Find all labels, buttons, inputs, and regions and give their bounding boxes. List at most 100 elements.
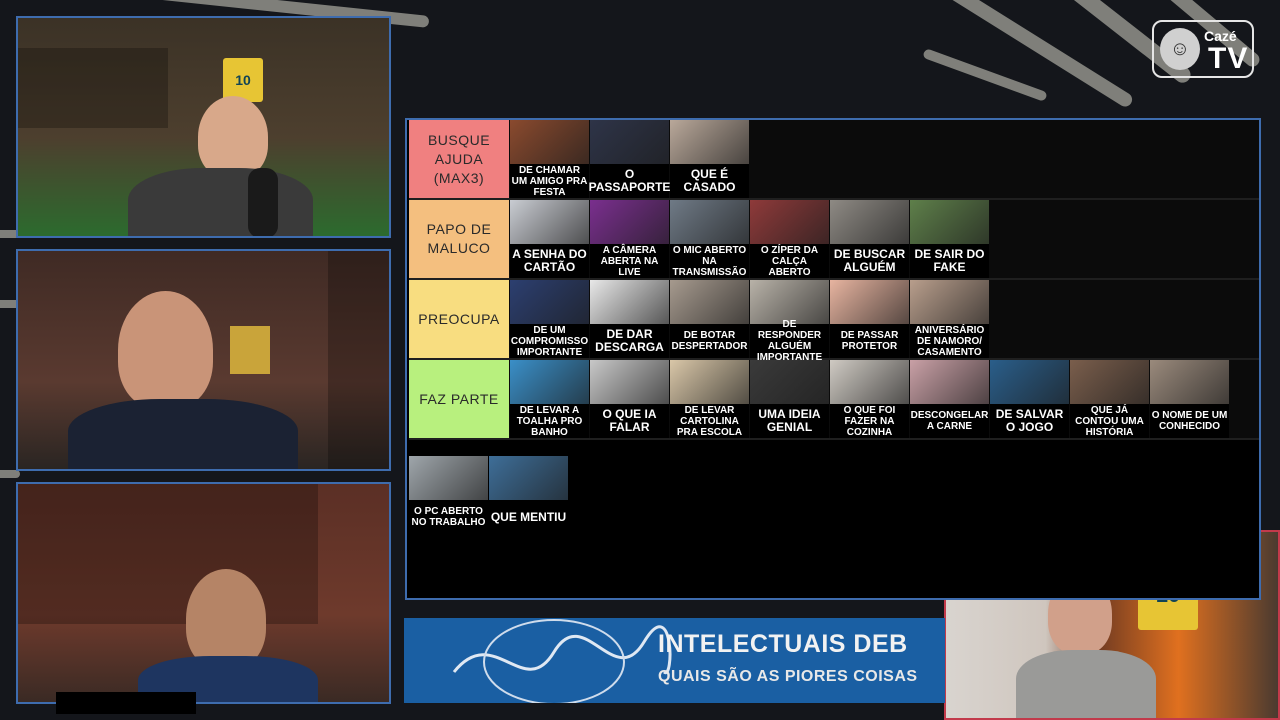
tier-item-image	[830, 360, 909, 404]
streamer-head	[198, 96, 268, 178]
tier-item-image	[750, 280, 829, 324]
tier-item-caption: DE CHAMAR UM AMIGO PRA FESTA	[511, 164, 588, 198]
webcam-feed-top-left: 10	[16, 16, 391, 238]
tier-label[interactable]: PREOCUPA	[409, 280, 509, 358]
tier-item-image	[670, 120, 749, 164]
webcam-feed-middle-left	[16, 249, 391, 471]
tier-item-image	[1150, 360, 1229, 404]
tier-item-image	[590, 360, 669, 404]
tier-item-image	[910, 200, 989, 244]
streamer-shirt	[1016, 650, 1156, 718]
tier-item-card[interactable]: ANIVERSÁRIO DE NAMORO/ CASAMENTO	[910, 280, 989, 358]
cartoon-face-icon: ☺	[1160, 28, 1200, 70]
tier-item-card[interactable]: DE UM COMPROMISSO IMPORTANTE	[510, 280, 589, 358]
tier-item-card[interactable]: DE SAIR DO FAKE	[910, 200, 989, 278]
tier-item-caption: A CÂMERA ABERTA NA LIVE	[600, 244, 659, 278]
lower-third-banner: INTELECTUAIS DEB QUAIS SÃO AS PIORES COI…	[404, 618, 945, 703]
tier-item-card[interactable]: DE RESPONDER ALGUÉM IMPORTANTE	[750, 280, 829, 363]
tier-item-image	[510, 360, 589, 404]
tier-item-image	[1070, 360, 1149, 404]
tier-item-caption: O PC ABERTO NO TRABALHO	[411, 506, 486, 528]
tier-items: DE LEVAR A TOALHA PRO BANHO O QUE IA FALA…	[510, 360, 1229, 438]
tier-item-card[interactable]: DE PASSAR PROTETOR	[830, 280, 909, 358]
tier-item-image	[409, 456, 488, 500]
tier-item-card[interactable]: DE LEVAR A TOALHA PRO BANHO	[510, 360, 589, 438]
tier-item-caption: O QUE IA FALAR	[602, 407, 657, 434]
tier-item-image	[830, 280, 909, 324]
tier-item-caption: QUE JÁ CONTOU UMA HISTÓRIA	[1075, 404, 1144, 438]
tier-item-caption: QUE É CASADO	[683, 167, 736, 194]
tier-item-card[interactable]: DE BOTAR DESPERTADOR	[670, 280, 749, 358]
tier-item-image	[910, 280, 989, 324]
tier-item-card[interactable]: DE BUSCAR ALGUÉM	[830, 200, 909, 278]
tier-item-card[interactable]: QUE MENTIU	[489, 456, 568, 534]
banner-subtitle: QUAIS SÃO AS PIORES COISAS	[658, 668, 918, 685]
tier-item-caption: O MIC ABERTO NA TRANSMISSÃO	[672, 244, 747, 278]
tier-item-card[interactable]: DE SALVAR O JOGO	[990, 360, 1069, 438]
tier-item-caption: UMA IDEIA GENIAL	[758, 407, 821, 434]
tier-item-image	[750, 200, 829, 244]
tier-item-image	[510, 280, 589, 324]
streamer-head	[118, 291, 213, 409]
tier-item-caption: ANIVERSÁRIO DE NAMORO/ CASAMENTO	[914, 324, 985, 358]
tier-item-card[interactable]: O ZÍPER DA CALÇA ABERTO	[750, 200, 829, 278]
tier-item-caption: A SENHA DO CARTÃO	[512, 247, 587, 274]
tier-item-card[interactable]: UMA IDEIA GENIAL	[750, 360, 829, 438]
logo-text-big: TV	[1208, 42, 1249, 75]
tier-item-image	[910, 360, 989, 404]
tier-item-caption: O PASSAPORTE	[588, 167, 671, 194]
tier-item-image	[750, 360, 829, 404]
tier-row: BUSQUE AJUDA (MAX3) DE CHAMAR UM AMIGO PR…	[409, 120, 1259, 200]
tier-item-image	[670, 280, 749, 324]
tier-item-image	[510, 200, 589, 244]
tier-item-caption: DE BOTAR DESPERTADOR	[671, 330, 748, 352]
tier-item-card[interactable]: A CÂMERA ABERTA NA LIVE	[590, 200, 669, 278]
tier-item-card[interactable]: O PASSAPORTE	[588, 120, 671, 198]
caze-tv-logo: ☺ Cazé TV	[1152, 20, 1254, 78]
streamer-shirt	[128, 168, 313, 236]
tier-item-card[interactable]: O QUE IA FALAR	[590, 360, 669, 438]
bookshelf	[18, 484, 318, 624]
tier-item-card[interactable]: DE DAR DESCARGA	[590, 280, 669, 358]
tier-item-caption: DE SALVAR O JOGO	[995, 407, 1064, 434]
tier-item-card[interactable]: DESCONGELAR A CARNE	[910, 360, 989, 438]
tier-label[interactable]: PAPO DE MALUCO	[409, 200, 509, 278]
tier-item-caption: O NOME DE UM CONHECIDO	[1151, 410, 1228, 432]
redaction-bar	[56, 692, 196, 714]
tier-item-card[interactable]: A SENHA DO CARTÃO	[510, 200, 589, 278]
tier-item-caption: DE LEVAR CARTOLINA PRA ESCOLA	[676, 404, 743, 438]
tier-item-card[interactable]: O MIC ABERTO NA TRANSMISSÃO	[670, 200, 749, 278]
tier-items: DE CHAMAR UM AMIGO PRA FESTA O PASSAPORTE…	[510, 120, 749, 198]
tier-item-image	[830, 200, 909, 244]
tier-item-caption: QUE MENTIU	[490, 509, 567, 524]
tier-label[interactable]: BUSQUE AJUDA (MAX3)	[409, 120, 509, 198]
tier-item-card[interactable]: O QUE FOI FAZER NA COZINHA	[830, 360, 909, 438]
tier-item-caption: O ZÍPER DA CALÇA ABERTO	[760, 244, 819, 278]
trophy-shelf	[18, 48, 168, 128]
wall-shelf	[328, 251, 389, 469]
tier-item-card[interactable]: QUE JÁ CONTOU UMA HISTÓRIA	[1070, 360, 1149, 438]
webcam-feed-bottom-left	[16, 482, 391, 704]
tier-item-image	[990, 360, 1069, 404]
tier-item-card[interactable]: DE CHAMAR UM AMIGO PRA FESTA	[510, 120, 589, 198]
tier-row: PAPO DE MALUCO A SENHA DO CARTÃO A CÂMERA …	[409, 200, 1259, 280]
tier-item-caption: DE BUSCAR ALGUÉM	[833, 247, 906, 274]
tier-row: PREOCUPA DE UM COMPROMISSO IMPORTANTE DE D…	[409, 280, 1259, 363]
streamer-head	[186, 569, 266, 669]
tier-item-image	[590, 120, 669, 164]
tier-item-caption: DE SAIR DO FAKE	[914, 247, 985, 274]
tier-item-card[interactable]: O PC ABERTO NO TRABALHO	[409, 456, 488, 534]
banner-title: INTELECTUAIS DEB	[658, 630, 908, 658]
tier-item-caption: DE UM COMPROMISSO IMPORTANTE	[510, 324, 589, 358]
tier-item-image	[590, 280, 669, 324]
tier-item-card[interactable]: O NOME DE UM CONHECIDO	[1150, 360, 1229, 438]
scribble-decoration	[452, 619, 672, 703]
tier-items: DE UM COMPROMISSO IMPORTANTE DE DAR DESCA…	[510, 280, 989, 363]
tier-item-card[interactable]: QUE É CASADO	[670, 120, 749, 198]
tier-label[interactable]: FAZ PARTE	[409, 360, 509, 438]
decorative-stroke	[922, 48, 1048, 102]
tier-item-card[interactable]: DE LEVAR CARTOLINA PRA ESCOLA	[670, 360, 749, 438]
tier-item-caption: O QUE FOI FAZER NA COZINHA	[843, 404, 896, 438]
unranked-pool: O PC ABERTO NO TRABALHO QUE MENTIU	[409, 456, 568, 534]
decorative-stroke	[0, 470, 20, 478]
